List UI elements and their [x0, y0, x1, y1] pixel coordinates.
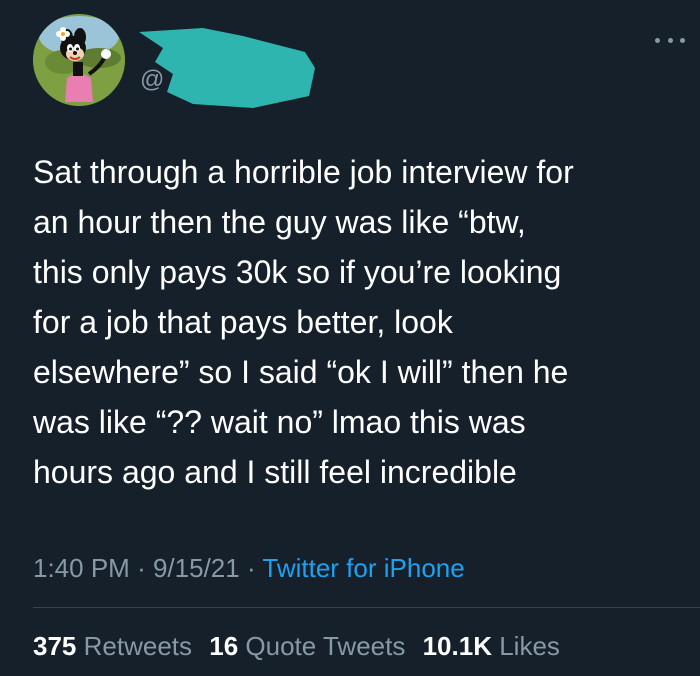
quotes-count: 16 — [209, 631, 239, 661]
tweet-time[interactable]: 1:40 PM — [33, 553, 130, 583]
tweet-date[interactable]: 9/15/21 — [153, 553, 240, 583]
quote-tweets-stat[interactable]: 16 Quote Tweets — [209, 631, 405, 661]
likes-label: Likes — [499, 631, 560, 661]
engagement-stats: 375 Retweets 16 Quote Tweets 10.1K Likes — [33, 631, 570, 662]
meta-separator: · — [137, 553, 146, 583]
tweet-text: Sat through a horrible job interview for… — [33, 154, 574, 490]
tweet-source-link[interactable]: Twitter for iPhone — [262, 553, 464, 583]
likes-stat[interactable]: 10.1K Likes — [423, 631, 560, 661]
avatar[interactable] — [33, 14, 125, 106]
quotes-label: Quote Tweets — [245, 631, 406, 661]
username-handle[interactable]: @ — [140, 66, 164, 94]
avatar-cartoon-image — [33, 14, 125, 106]
retweets-label: Retweets — [83, 631, 193, 661]
retweets-stat[interactable]: 375 Retweets — [33, 631, 192, 661]
tweet-metadata: 1:40 PM · 9/15/21 · Twitter for iPhone — [33, 553, 465, 584]
meta-separator: · — [246, 553, 256, 583]
likes-count: 10.1K — [422, 631, 492, 661]
retweets-count: 375 — [33, 631, 77, 661]
divider — [33, 607, 700, 608]
more-options-icon[interactable] — [655, 30, 685, 50]
